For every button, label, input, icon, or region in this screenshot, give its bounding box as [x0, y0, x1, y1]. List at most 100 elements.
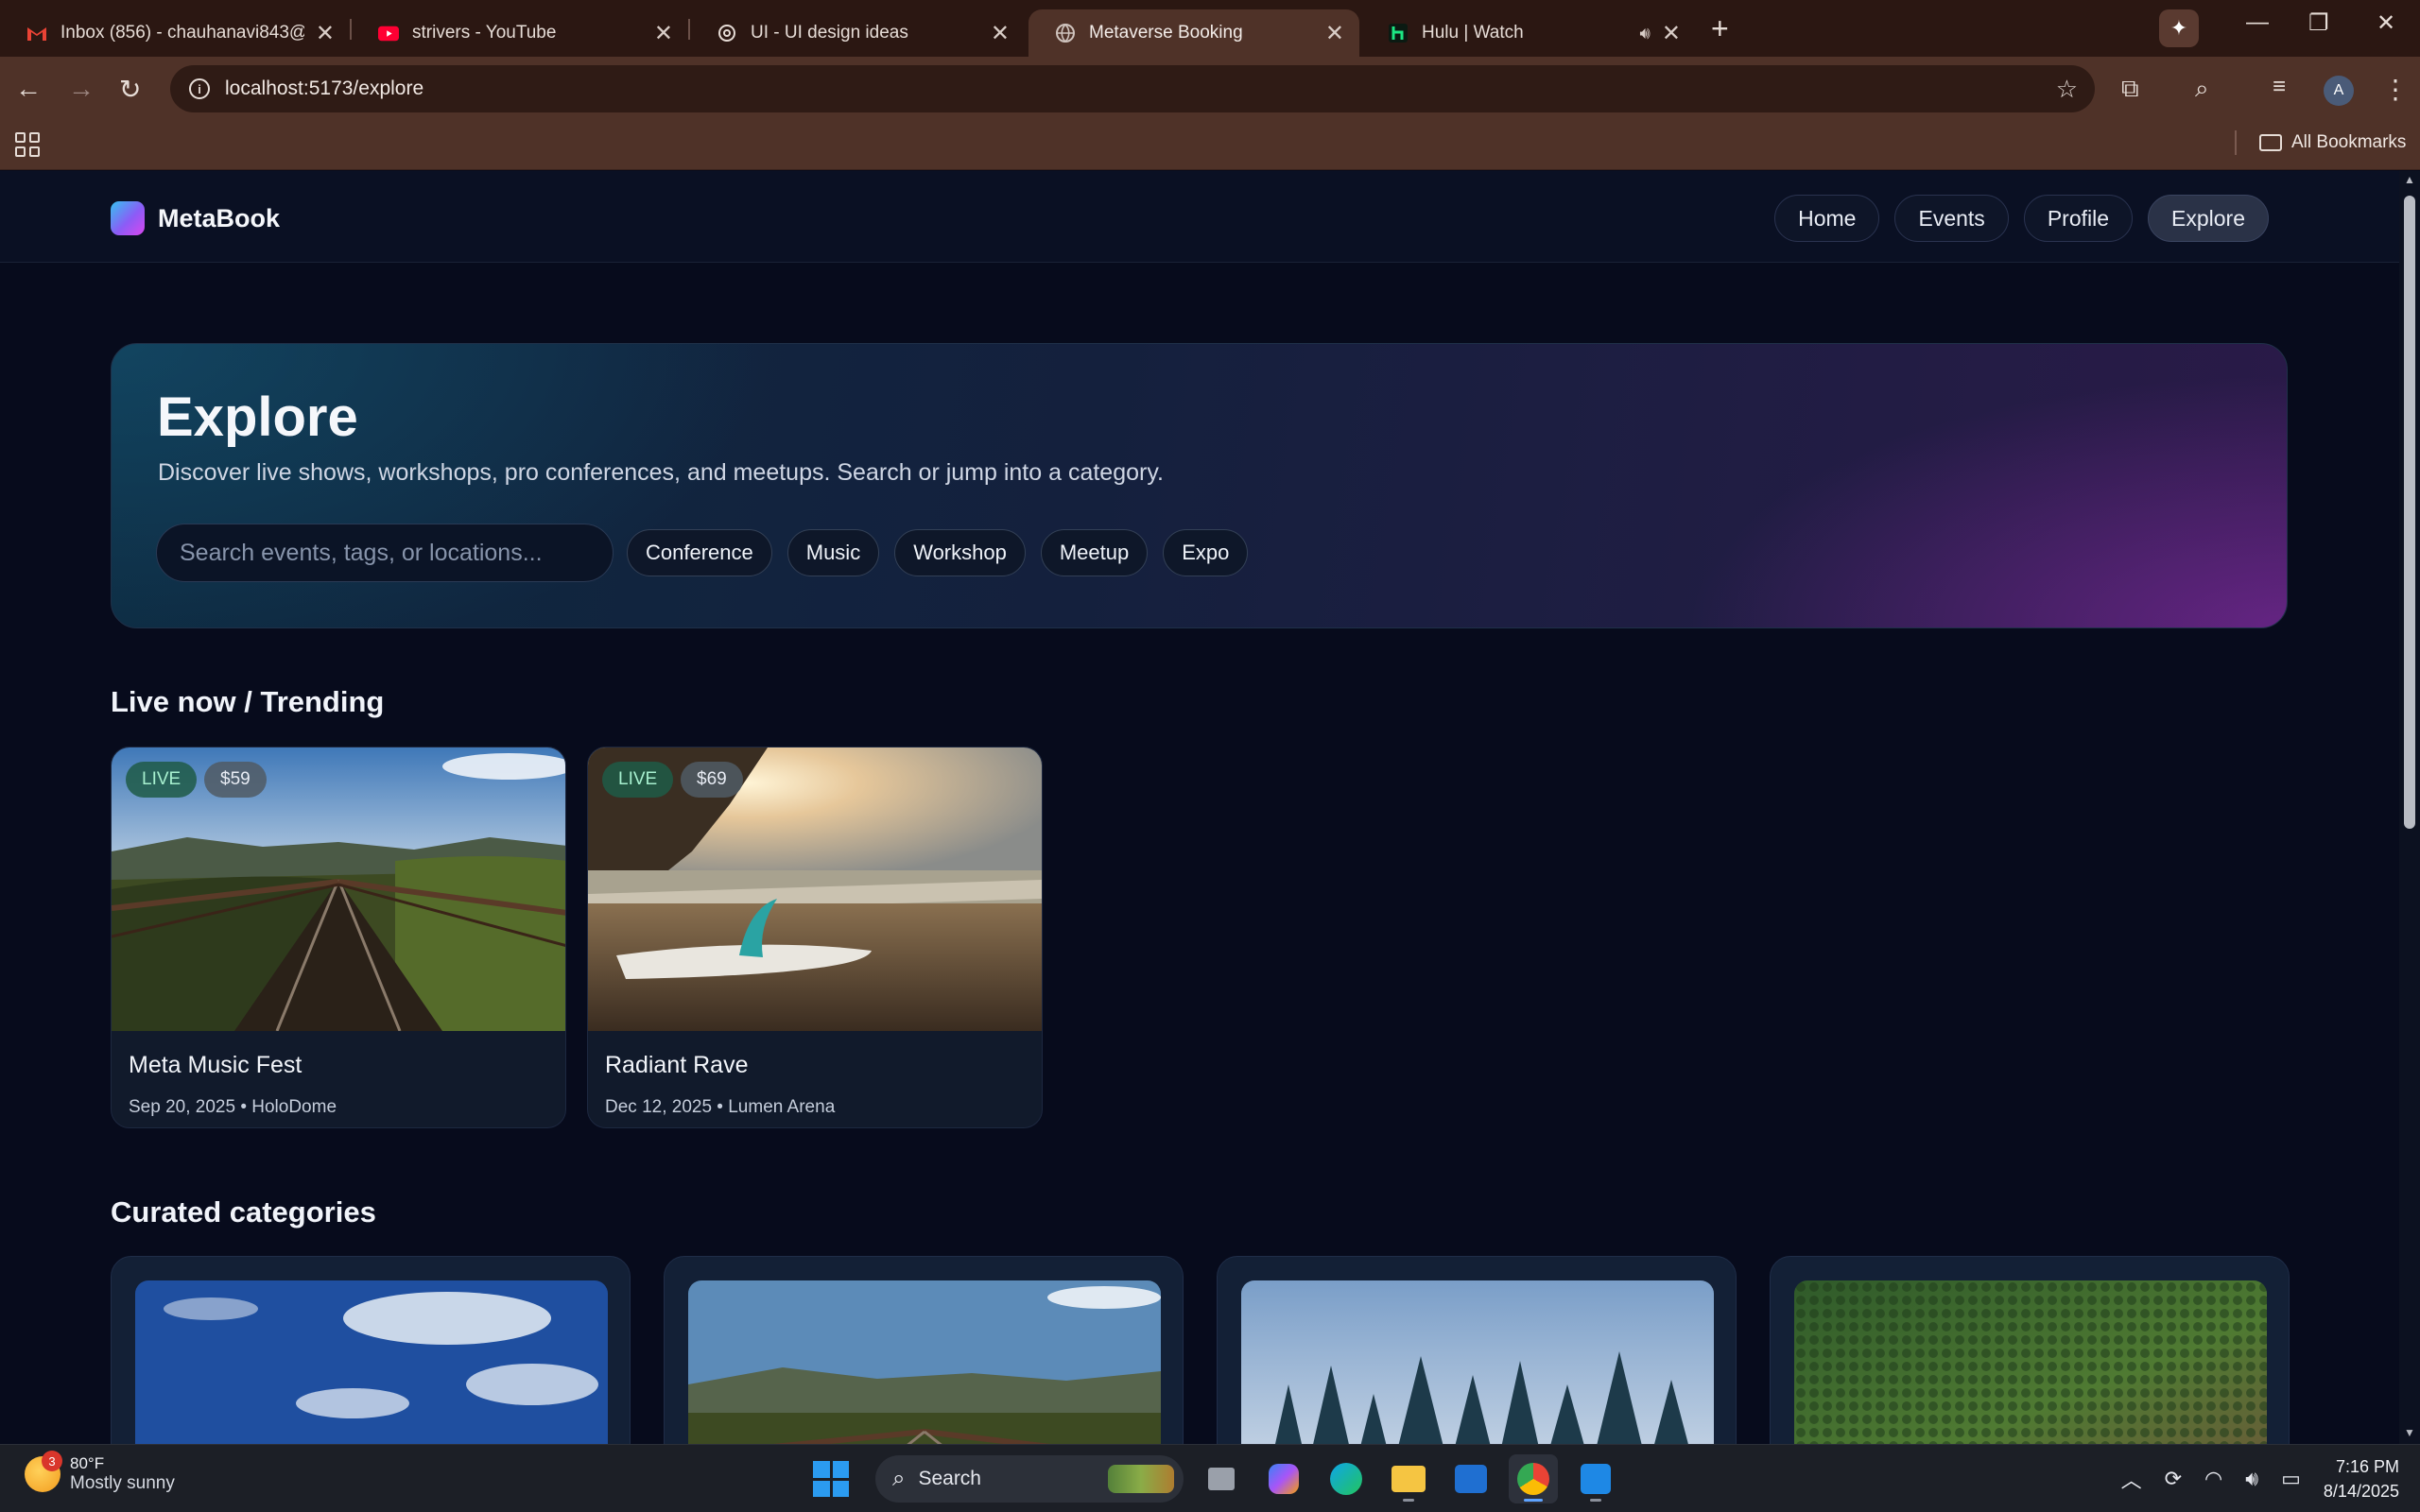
task-view-icon[interactable] [1197, 1454, 1246, 1503]
copilot-icon[interactable] [1259, 1454, 1308, 1503]
event-card[interactable]: LIVE $69 Radiant Rave Dec 12, 2025 • Lum… [587, 747, 1043, 1128]
chip-expo[interactable]: Expo [1163, 529, 1249, 576]
profile-avatar[interactable]: A [2324, 76, 2354, 106]
hulu-icon [1388, 23, 1409, 43]
extensions-icon[interactable]: ⧉ [2121, 74, 2139, 104]
close-window-icon[interactable]: ✕ [2377, 9, 2395, 37]
chip-workshop[interactable]: Workshop [894, 529, 1026, 576]
menu-kebab-icon[interactable]: ⋮ [2382, 74, 2409, 105]
event-meta: Sep 20, 2025 • HoloDome [129, 1097, 337, 1117]
minimize-icon[interactable]: — [2246, 9, 2269, 36]
nav-profile[interactable]: Profile [2023, 195, 2134, 242]
search-input[interactable]: Search events, tags, or locations... [156, 524, 614, 582]
close-tab-icon[interactable]: ✕ [1662, 20, 1681, 47]
reload-icon[interactable]: ↻ [119, 74, 141, 105]
battery-icon[interactable]: ▭ [2281, 1467, 2301, 1491]
weather-condition: Mostly sunny [70, 1473, 175, 1493]
tab-title: strivers - YouTube [412, 23, 557, 43]
chip-meetup[interactable]: Meetup [1040, 529, 1149, 576]
site-info-icon[interactable]: i [189, 78, 210, 99]
explore-hero: Explore Discover live shows, workshops, … [111, 343, 2288, 628]
tab-youtube[interactable]: strivers - YouTube ✕ [352, 9, 688, 57]
chip-music[interactable]: Music [786, 529, 880, 576]
category-card[interactable] [664, 1256, 1184, 1444]
taskbar-search-label: Search [918, 1468, 981, 1489]
tab-metaverse-booking[interactable]: Metaverse Booking ✕ [1028, 9, 1359, 57]
category-card[interactable] [1217, 1256, 1737, 1444]
volume-icon[interactable]: 🔊︎ [2245, 1467, 2258, 1491]
hero-subtitle: Discover live shows, workshops, pro conf… [158, 459, 1164, 486]
wifi-icon[interactable]: ◠ [2204, 1467, 2222, 1491]
event-name: Meta Music Fest [129, 1052, 302, 1078]
category-image-forest [1241, 1280, 1714, 1444]
logo-mark [111, 201, 145, 235]
tab-hulu[interactable]: Hulu | Watch 🔊︎ ✕ [1361, 9, 1696, 57]
gemini-icon[interactable]: ✦ [2159, 9, 2199, 47]
taskbar-search[interactable]: ⌕ Search [875, 1455, 1184, 1503]
event-card[interactable]: LIVE $59 Meta Music Fest Sep 20, 2025 • … [111, 747, 566, 1128]
scrollbar-thumb[interactable] [2404, 196, 2415, 829]
cast-search-icon[interactable]: ⌕ [2195, 74, 2209, 104]
clock-time: 7:16 PM [2335, 1457, 2399, 1476]
event-image-railway: LIVE $59 [112, 747, 565, 1031]
all-bookmarks-button[interactable]: All Bookmarks [2259, 132, 2406, 153]
close-tab-icon[interactable]: ✕ [316, 20, 335, 47]
restore-icon[interactable]: ❐ [2308, 9, 2329, 37]
windows-start-icon[interactable] [813, 1461, 849, 1497]
youtube-icon [378, 23, 399, 43]
clock-date: 8/14/2025 [2323, 1482, 2399, 1501]
sun-icon: 3 [25, 1451, 62, 1492]
system-clock[interactable]: 7:16 PM 8/14/2025 [2324, 1454, 2399, 1503]
weather-widget[interactable]: 3 80°F Mostly sunny [25, 1451, 175, 1494]
close-tab-icon[interactable]: ✕ [1325, 20, 1344, 47]
close-tab-icon[interactable]: ✕ [654, 20, 673, 47]
show-hidden-icons-icon[interactable]: ︿ [2121, 1464, 2142, 1494]
edge-icon[interactable] [1322, 1454, 1371, 1503]
tab-title: UI - UI design ideas [751, 23, 908, 43]
category-card[interactable] [111, 1256, 631, 1444]
chip-conference[interactable]: Conference [627, 529, 772, 576]
live-badge: LIVE [126, 762, 198, 798]
nav-events[interactable]: Events [1894, 195, 2009, 242]
site-logo[interactable]: MetaBook [111, 201, 280, 235]
url-text[interactable]: localhost:5173/explore [225, 77, 424, 100]
outlook-icon[interactable] [1446, 1454, 1495, 1503]
close-tab-icon[interactable]: ✕ [991, 20, 1010, 47]
categories-heading: Curated categories [111, 1195, 376, 1228]
sync-icon[interactable]: ⟳ [2165, 1467, 2182, 1491]
bookmarks-bar [0, 121, 2420, 170]
scroll-up-arrow-icon[interactable]: ▲ [2404, 173, 2415, 186]
apps-grid-icon[interactable] [15, 132, 40, 157]
all-bookmarks-label: All Bookmarks [2291, 132, 2407, 152]
category-card[interactable] [1770, 1256, 2290, 1444]
file-explorer-icon[interactable] [1384, 1454, 1433, 1503]
globe-icon [1055, 23, 1076, 43]
tab-chatgpt[interactable]: UI - UI design ideas ✕ [690, 9, 1025, 57]
address-bar[interactable]: i localhost:5173/explore ☆ [170, 65, 2095, 112]
back-icon[interactable]: ← [15, 74, 42, 104]
browser-tabstrip: Inbox (856) - chauhanavi843@g ✕ strivers… [0, 0, 2420, 57]
taskbar-apps: ⌕ Search [813, 1454, 1620, 1503]
page-scrollbar[interactable]: ▲ ▼ [2399, 171, 2420, 1444]
tab-gmail[interactable]: Inbox (856) - chauhanavi843@g ✕ [0, 9, 350, 57]
scroll-down-arrow-icon[interactable]: ▼ [2404, 1426, 2415, 1439]
category-chips: Conference Music Workshop Meetup Expo [627, 529, 1249, 576]
speaker-icon[interactable]: 🔊︎ [1640, 24, 1651, 43]
vscode-icon[interactable] [1571, 1454, 1620, 1503]
tab-title: Hulu | Watch [1422, 23, 1524, 43]
page-viewport: MetaBook Home Events Profile Explore Exp… [0, 171, 2399, 1444]
media-controls-icon[interactable]: ≡ [2273, 74, 2286, 100]
gmail-icon [26, 23, 47, 43]
trending-heading: Live now / Trending [111, 685, 385, 718]
search-icon: ⌕ [892, 1466, 906, 1491]
search-placeholder: Search events, tags, or locations... [180, 539, 543, 566]
system-tray: ︿ ⟳ ◠ 🔊︎ ▭ 7:16 PM 8/14/2025 [2121, 1445, 2420, 1512]
chrome-icon[interactable] [1509, 1454, 1558, 1503]
weather-notification-badge: 3 [42, 1451, 62, 1471]
nav-explore[interactable]: Explore [2148, 195, 2269, 242]
nav-home[interactable]: Home [1774, 195, 1880, 242]
new-tab-button[interactable]: + [1711, 11, 1729, 46]
logo-text: MetaBook [158, 203, 281, 232]
forward-icon[interactable]: → [68, 74, 95, 104]
bookmark-star-icon[interactable]: ☆ [2056, 75, 2078, 104]
